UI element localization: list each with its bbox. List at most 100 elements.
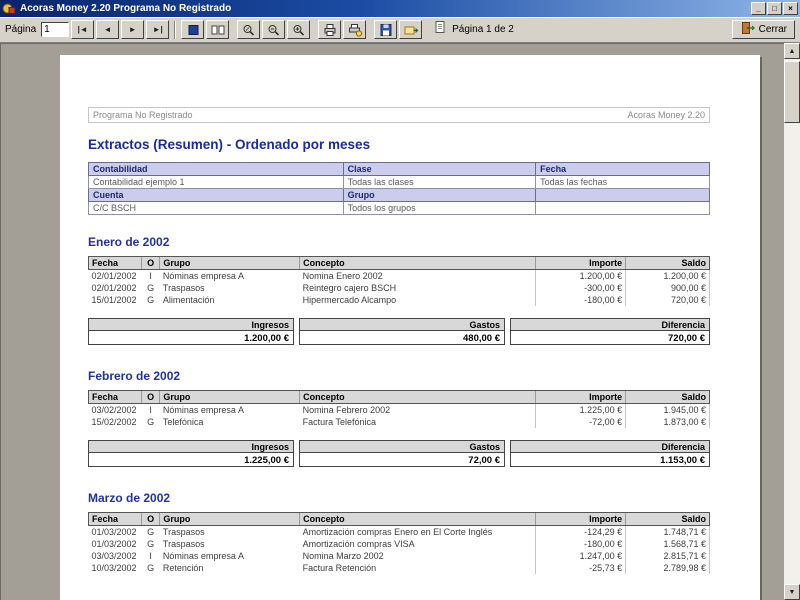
app-icon xyxy=(2,2,16,15)
summary-value: 1.153,00 € xyxy=(510,452,710,467)
criteria-value: Todos los grupos xyxy=(342,201,537,215)
close-button[interactable]: × xyxy=(783,2,798,15)
month-summary: Ingresos 1.200,00 € Gastos 480,00 € Diferenc… xyxy=(88,318,710,345)
page-label: Página xyxy=(5,24,37,35)
cell: 01/03/2002 xyxy=(91,527,137,537)
criteria-value xyxy=(535,201,710,215)
column-header: Concepto xyxy=(299,512,536,526)
column-header: Grupo xyxy=(159,512,300,526)
transaction-row: 15/02/2002 G Telefónica Factura Telefónica -… xyxy=(89,416,710,428)
cell: Reintegro cajero BSCH xyxy=(302,283,397,293)
cell: 02/01/2002 xyxy=(91,283,137,293)
criteria-value: Todas las clases xyxy=(342,175,537,189)
app-window: Acoras Money 2.20 Programa No Registrado… xyxy=(0,0,800,600)
scroll-down-button[interactable]: ▼ xyxy=(784,584,800,600)
save-icon xyxy=(378,23,394,37)
exit-door-icon xyxy=(740,21,755,38)
vertical-scrollbar[interactable]: ▲ ▼ xyxy=(784,43,800,600)
maximize-button[interactable]: □ xyxy=(767,2,782,15)
transaction-row: 02/01/2002 I Nóminas empresa A Nomina Enero… xyxy=(89,269,710,282)
column-header: Saldo xyxy=(625,512,710,526)
scroll-up-button[interactable]: ▲ xyxy=(784,43,800,59)
cell: 02/01/2002 xyxy=(91,271,137,281)
pages-layout-icon xyxy=(210,23,226,37)
cell: Telefónica xyxy=(162,417,204,427)
cell: 900,00 € xyxy=(625,282,710,294)
pages-layout-button[interactable] xyxy=(206,20,230,39)
cell: Amortización compras Enero en El Corte I… xyxy=(302,527,493,537)
column-header: Fecha xyxy=(88,390,142,404)
summary-value: 480,00 € xyxy=(299,330,505,345)
cell: 1.873,00 € xyxy=(625,416,710,428)
cell: Traspasos xyxy=(162,539,205,549)
zoom-out-button[interactable] xyxy=(262,20,286,39)
cell: Traspasos xyxy=(162,283,205,293)
summary-box: Ingresos 1.200,00 € xyxy=(88,318,294,345)
print-preview-area: Programa No Registrado Acoras Money 2.20… xyxy=(0,43,800,600)
month-summary: Ingresos 1.225,00 € Gastos 72,00 € Diferenci… xyxy=(88,440,710,467)
column-header: Importe xyxy=(535,512,626,526)
cell: -180,00 € xyxy=(535,538,626,550)
transaction-row: 03/02/2002 I Nóminas empresa A Nomina Febre… xyxy=(89,403,710,416)
cell: Nóminas empresa A xyxy=(162,551,244,561)
previous-page-button[interactable]: ◄ xyxy=(96,20,120,39)
cell: -300,00 € xyxy=(535,282,626,294)
transaction-row: 15/01/2002 G Alimentación Hipermercado Alca… xyxy=(89,294,710,306)
transaction-row: 02/01/2002 G Traspasos Reintegro cajero BSC… xyxy=(89,282,710,294)
close-preview-button[interactable]: Cerrar xyxy=(731,20,795,39)
column-header: O xyxy=(140,256,160,270)
transaction-row: 01/03/2002 G Traspasos Amortización compras… xyxy=(89,538,710,550)
month-section: Marzo de 2002 Fecha O Grupo Concepto Importe S… xyxy=(88,491,710,574)
scrollbar-thumb[interactable] xyxy=(784,61,800,123)
criteria-header xyxy=(535,188,710,202)
cell: 10/03/2002 xyxy=(91,563,137,573)
cell: I xyxy=(149,271,152,281)
cell: 1.247,00 € xyxy=(535,550,626,562)
last-page-button[interactable]: ►| xyxy=(146,20,170,39)
cell: Hipermercado Alcampo xyxy=(302,295,397,305)
cell: G xyxy=(147,295,155,305)
printer-button[interactable] xyxy=(318,20,342,39)
cell: 01/03/2002 xyxy=(91,539,137,549)
print-setup-button[interactable] xyxy=(343,20,367,39)
cell: 1.748,71 € xyxy=(625,525,710,538)
title-bar: Acoras Money 2.20 Programa No Registrado… xyxy=(0,0,800,17)
column-header: Importe xyxy=(535,390,626,404)
next-page-button[interactable]: ► xyxy=(121,20,145,39)
cell: 03/03/2002 xyxy=(91,551,137,561)
page-number-input[interactable] xyxy=(41,22,70,37)
page-count-icon xyxy=(432,20,448,39)
zoom-out-icon xyxy=(266,23,282,37)
cell: -72,00 € xyxy=(535,416,626,428)
print-setup-icon xyxy=(347,23,363,37)
zoom-in-button[interactable] xyxy=(287,20,311,39)
export-button[interactable] xyxy=(399,20,423,39)
summary-box: Gastos 72,00 € xyxy=(299,440,505,467)
stop-button[interactable] xyxy=(181,20,205,39)
transaction-row: 01/03/2002 G Traspasos Amortización compras… xyxy=(89,525,710,538)
month-section: Febrero de 2002 Fecha O Grupo Concepto Import… xyxy=(88,369,710,467)
criteria-header: Fecha xyxy=(535,162,710,176)
column-header: O xyxy=(140,512,160,526)
zoom-percent-button[interactable] xyxy=(237,20,261,39)
criteria-value: Todas las fechas xyxy=(535,175,710,189)
month-section: Enero de 2002 Fecha O Grupo Concepto Importe S… xyxy=(88,235,710,345)
report-page-header: Programa No Registrado Acoras Money 2.20 xyxy=(88,107,710,123)
transaction-row: 03/03/2002 I Nóminas empresa A Nomina Marzo… xyxy=(89,550,710,562)
page-count-label: Página 1 de 2 xyxy=(452,24,514,35)
cell: Factura Telefónica xyxy=(302,417,377,427)
cell: 1.225,00 € xyxy=(535,403,626,416)
cell: G xyxy=(147,283,155,293)
next-page-icon: ► xyxy=(128,25,137,34)
column-header: O xyxy=(140,390,160,404)
criteria-header: Grupo xyxy=(342,188,537,202)
column-header: Saldo xyxy=(625,390,710,404)
cell: 15/02/2002 xyxy=(91,417,137,427)
cell: Nóminas empresa A xyxy=(162,271,244,281)
save-button[interactable] xyxy=(374,20,398,39)
registration-status: Programa No Registrado xyxy=(93,110,193,120)
transaction-row: 10/03/2002 G Retención Factura Retención -25… xyxy=(89,562,710,574)
cell: Nóminas empresa A xyxy=(162,405,244,415)
first-page-button[interactable]: |◄ xyxy=(71,20,95,39)
minimize-button[interactable]: _ xyxy=(751,2,766,15)
